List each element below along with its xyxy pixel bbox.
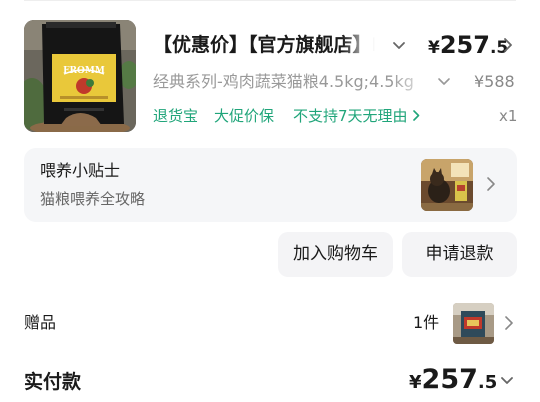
product-price: ¥257.5 [428,28,508,62]
chevron-right-icon[interactable] [500,36,516,54]
chevron-right-icon [412,110,419,121]
pay-integer: 257 [421,364,478,395]
tips-thumbnail [421,159,473,211]
gift-thumbnail[interactable] [453,303,494,344]
gift-count[interactable]: 1件 [413,310,439,336]
product-spec[interactable]: 经典系列-鸡肉蔬菜猫粮4.5kg;4.5kg [153,68,433,96]
add-to-cart-button[interactable]: 加入购物车 [278,232,393,277]
tag-return-insurance: 退货宝 [153,107,199,125]
chevron-right-icon[interactable] [504,315,514,331]
price-integer: 257 [439,31,490,59]
brand-label: FROMM [63,66,105,76]
chevron-right-icon [487,177,495,191]
original-price: ¥588 [474,72,515,91]
feeding-tips-card[interactable]: 喂养小贴士 猫粮喂养全攻略 [24,148,517,222]
pay-decimal: .5 [477,372,498,393]
request-refund-button[interactable]: 申请退款 [402,232,517,277]
pay-currency: ¥ [409,372,422,393]
tag-price-protection: 大促价保 [214,107,275,125]
spec-chevron-down-icon[interactable] [436,73,452,89]
actual-payment-label: 实付款 [24,371,82,393]
actual-payment-amount[interactable]: ¥257.5 [409,362,497,398]
tips-title: 喂养小贴士 [40,161,121,180]
tips-subtitle: 猫粮喂养全攻略 [40,190,146,208]
product-title[interactable]: 【优惠价】【官方旗舰店】FROMM [153,28,375,62]
product-image[interactable]: FROMM [24,20,136,132]
tag-no-7day-return-label: 不支持7天无理由 [293,107,408,125]
price-currency: ¥ [428,38,440,58]
chevron-down-icon[interactable] [390,36,408,54]
chevron-down-icon[interactable] [499,372,515,388]
top-divider [24,0,516,1]
quantity: x1 [499,107,518,125]
gift-label: 赠品 [24,313,57,332]
tag-no-7day-return[interactable]: 不支持7天无理由 [293,104,420,128]
